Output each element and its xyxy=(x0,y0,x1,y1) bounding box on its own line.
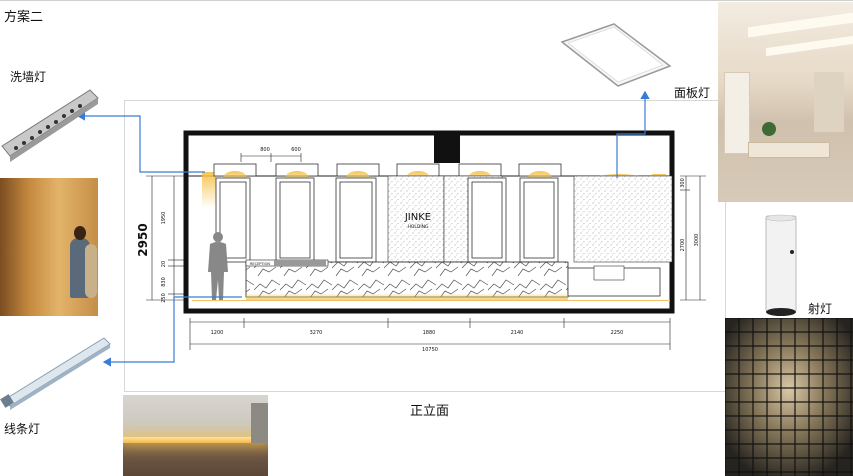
spot-light-photo xyxy=(765,214,797,316)
elevation-label: 正立面 xyxy=(410,404,450,419)
wall-photo xyxy=(0,178,98,316)
strip-light-label: 线条灯 xyxy=(4,422,41,436)
strip-light-scene xyxy=(123,395,268,476)
strip-light-photo xyxy=(0,337,111,410)
spot-light-wall-photo xyxy=(725,318,853,476)
panel-light-label: 面板灯 xyxy=(674,86,711,100)
spot-light-label: 射灯 xyxy=(808,302,833,316)
panel-light-photo xyxy=(560,23,672,87)
wall-washer-photo xyxy=(1,89,99,162)
lobby-photo xyxy=(718,2,853,202)
wall-washer-label: 洗墙灯 xyxy=(10,70,47,84)
